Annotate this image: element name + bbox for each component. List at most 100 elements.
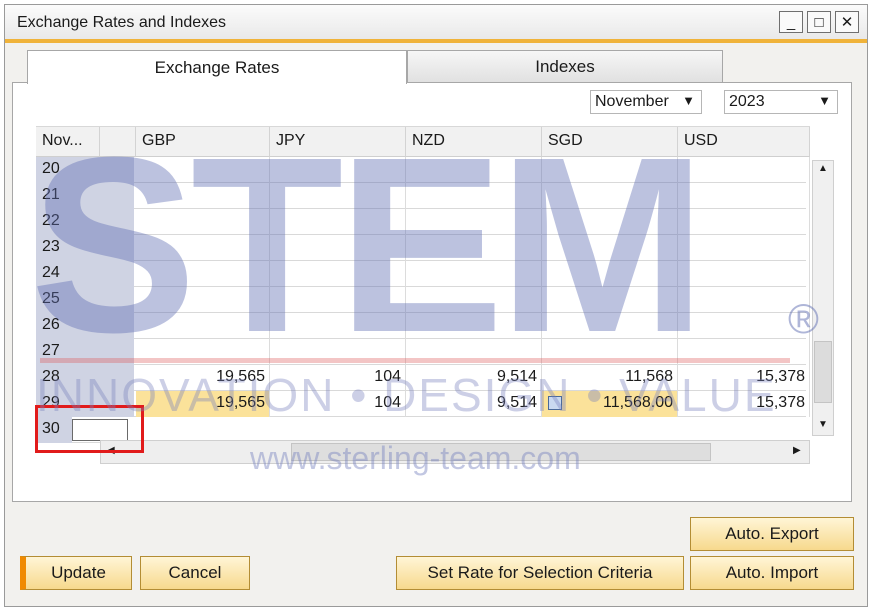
rate-cell-gbp[interactable] (136, 261, 270, 287)
table-row[interactable]: 25 (36, 287, 810, 313)
rate-cell-gbp[interactable] (136, 287, 270, 313)
table-row[interactable]: 26 (36, 313, 810, 339)
table-row[interactable]: 23 (36, 235, 810, 261)
column-header-sgd[interactable]: SGD (542, 127, 678, 157)
row-day-label: 23 (36, 235, 134, 261)
rate-cell-gbp[interactable] (136, 339, 270, 365)
row-header-label: Nov... (36, 127, 100, 157)
rate-cell-gbp[interactable]: 19,565 (136, 365, 270, 391)
rate-cell-usd[interactable] (678, 287, 810, 313)
row-day-label: 26 (36, 313, 134, 339)
rate-cell-nzd[interactable] (406, 261, 542, 287)
row-day-label: 24 (36, 261, 134, 287)
minimize-button[interactable]: _ (779, 11, 803, 33)
rate-cell-gbp[interactable]: 19,565 (136, 391, 270, 417)
calculator-icon[interactable] (548, 396, 562, 410)
rate-cell-usd[interactable] (678, 235, 810, 261)
rate-cell-jpy[interactable] (270, 235, 406, 261)
rate-cell-sgd[interactable] (542, 313, 678, 339)
row-day-label: 21 (36, 183, 134, 209)
rate-cell-nzd[interactable] (406, 287, 542, 313)
rate-cell-jpy[interactable]: 104 (270, 365, 406, 391)
rate-cell-sgd-active[interactable]: 11,568.00 (542, 391, 678, 417)
rate-cell-jpy[interactable] (270, 287, 406, 313)
rate-cell-jpy[interactable] (270, 183, 406, 209)
row-header-spacer (100, 127, 136, 157)
rate-cell-nzd[interactable] (406, 235, 542, 261)
rate-cell-usd[interactable] (678, 209, 810, 235)
rate-cell-nzd[interactable] (406, 313, 542, 339)
rate-cell-gbp[interactable] (136, 313, 270, 339)
column-header-jpy[interactable]: JPY (270, 127, 406, 157)
scroll-up-icon[interactable]: ▲ (818, 163, 828, 174)
rate-cell-sgd[interactable] (542, 261, 678, 287)
month-select-value: November (595, 93, 669, 110)
scroll-thumb[interactable] (291, 443, 711, 461)
scroll-thumb[interactable] (814, 341, 832, 403)
chevron-down-icon: ▼ (682, 93, 695, 108)
rate-cell-nzd[interactable]: 9,514 (406, 391, 542, 417)
table-row[interactable]: 22 (36, 209, 810, 235)
rate-cell-sgd[interactable] (542, 287, 678, 313)
row-day-label: 27 (36, 339, 134, 365)
rate-cell-jpy[interactable] (270, 313, 406, 339)
row-day-label: 28 (36, 365, 134, 391)
tab-exchange-rates[interactable]: Exchange Rates (27, 50, 407, 84)
rate-cell-sgd[interactable] (542, 235, 678, 261)
rate-cell-gbp[interactable] (136, 183, 270, 209)
rate-cell-usd[interactable] (678, 157, 810, 183)
rate-cell-jpy[interactable] (270, 209, 406, 235)
table-row[interactable]: 29 19,565 104 9,514 11,568.00 15,378 (36, 391, 810, 417)
rate-cell-sgd[interactable] (542, 157, 678, 183)
rate-cell-sgd[interactable] (542, 183, 678, 209)
set-rate-button[interactable]: Set Rate for Selection Criteria (396, 556, 684, 590)
rate-cell-usd[interactable] (678, 313, 810, 339)
rate-cell-usd[interactable]: 15,378 (678, 365, 810, 391)
scroll-right-icon[interactable]: ▶ (793, 445, 801, 456)
rate-cell-jpy[interactable] (270, 339, 406, 365)
column-header-gbp[interactable]: GBP (136, 127, 270, 157)
close-button[interactable]: ✕ (835, 11, 859, 33)
rate-cell-usd[interactable] (678, 183, 810, 209)
table-row[interactable]: 24 (36, 261, 810, 287)
rate-cell-usd[interactable] (678, 339, 810, 365)
year-select[interactable]: 2023 ▼ (724, 90, 838, 114)
row-day-label: 20 (36, 157, 134, 183)
rate-cell-nzd[interactable] (406, 157, 542, 183)
rate-cell-gbp[interactable] (136, 235, 270, 261)
rate-cell-nzd[interactable] (406, 209, 542, 235)
window-title: Exchange Rates and Indexes (17, 14, 227, 31)
auto-export-button[interactable]: Auto. Export (690, 517, 854, 551)
horizontal-scrollbar[interactable]: ◀ ▶ (100, 440, 810, 464)
rate-cell-usd[interactable] (678, 261, 810, 287)
rate-cell-sgd[interactable] (542, 209, 678, 235)
table-row[interactable]: 27 (36, 339, 810, 365)
rate-cell-jpy[interactable] (270, 157, 406, 183)
auto-import-button[interactable]: Auto. Import (690, 556, 854, 590)
update-button[interactable]: Update (20, 556, 132, 590)
month-select[interactable]: November ▼ (590, 90, 702, 114)
rate-cell-sgd[interactable]: 11,568 (542, 365, 678, 391)
year-select-value: 2023 (729, 93, 765, 110)
row-day-label: 25 (36, 287, 134, 313)
rate-cell-nzd[interactable] (406, 183, 542, 209)
rate-cell-jpy[interactable] (270, 261, 406, 287)
maximize-button[interactable]: □ (807, 11, 831, 33)
table-row[interactable]: 28 19,565 104 9,514 11,568 15,378 (36, 365, 810, 391)
rate-cell-sgd[interactable] (542, 339, 678, 365)
rate-cell-usd[interactable]: 15,378 (678, 391, 810, 417)
scroll-down-icon[interactable]: ▼ (818, 419, 828, 430)
vertical-scrollbar[interactable]: ▲ ▼ (812, 160, 834, 436)
highlight-annotation (35, 405, 144, 453)
rate-cell-jpy[interactable]: 104 (270, 391, 406, 417)
tab-indexes[interactable]: Indexes (407, 50, 723, 82)
column-header-usd[interactable]: USD (678, 127, 810, 157)
column-header-nzd[interactable]: NZD (406, 127, 542, 157)
table-row[interactable]: 21 (36, 183, 810, 209)
rate-cell-gbp[interactable] (136, 209, 270, 235)
rate-cell-nzd[interactable] (406, 339, 542, 365)
table-row[interactable]: 20 (36, 157, 810, 183)
rate-cell-nzd[interactable]: 9,514 (406, 365, 542, 391)
cancel-button[interactable]: Cancel (140, 556, 250, 590)
rate-cell-gbp[interactable] (136, 157, 270, 183)
